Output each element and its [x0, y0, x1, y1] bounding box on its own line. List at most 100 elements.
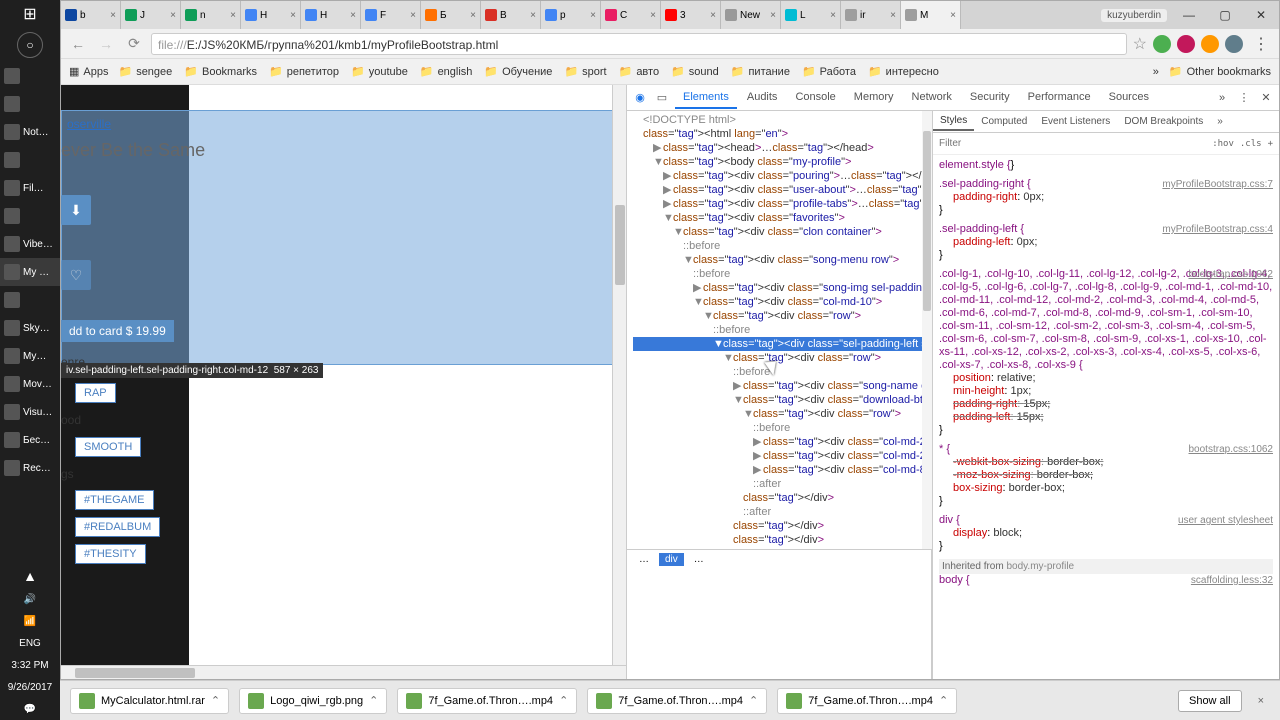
bookmark-folder[interactable]: Работа	[802, 65, 856, 78]
bookmark-folder[interactable]: Обучение	[484, 65, 552, 78]
favorite-icon[interactable]: ♡	[61, 260, 91, 290]
styles-rules[interactable]: element.style {}.sel-padding-right {myPr…	[933, 155, 1279, 679]
bookmark-folder[interactable]: питание	[731, 65, 790, 78]
browser-tab[interactable]: C×	[601, 1, 661, 29]
bookmarks-overflow[interactable]: »	[1153, 66, 1159, 78]
chrome-profile-badge[interactable]: kuzyuberdin	[1101, 9, 1167, 22]
extension-icon[interactable]	[1201, 35, 1219, 53]
chevron-up-icon[interactable]: ⌃	[559, 694, 568, 707]
tab-close-icon[interactable]: ×	[470, 10, 476, 21]
tab-close-icon[interactable]: ×	[770, 10, 776, 21]
page-scrollbar-horizontal[interactable]	[61, 665, 626, 679]
devtools-settings-icon[interactable]: ⋮	[1235, 89, 1253, 107]
window-close-button[interactable]: ✕	[1247, 1, 1275, 29]
taskbar-app[interactable]	[0, 146, 60, 174]
elements-scrollbar[interactable]	[922, 111, 932, 549]
browser-tab[interactable]: H×	[241, 1, 301, 29]
style-source-link[interactable]: bootstrap.css:1062	[1189, 443, 1274, 456]
browser-tab[interactable]: p×	[541, 1, 601, 29]
devtools-tab[interactable]: Console	[787, 87, 843, 109]
taskbar-app[interactable]: Mov…	[0, 370, 60, 398]
download-item[interactable]: 7f_Game.of.Thron….mp4⌃	[587, 688, 767, 714]
browser-tab[interactable]: H×	[301, 1, 361, 29]
styles-filter-input[interactable]	[939, 138, 1206, 149]
style-source-link[interactable]: bootstrap.css:1062	[1189, 268, 1274, 281]
volume-icon[interactable]: 🔊	[0, 588, 60, 610]
chevron-up-icon[interactable]: ⌃	[369, 694, 378, 707]
tab-close-icon[interactable]: ×	[650, 10, 656, 21]
inspect-element-icon[interactable]: ◉	[631, 89, 649, 107]
tab-close-icon[interactable]: ×	[290, 10, 296, 21]
taskbar-app[interactable]: My …	[0, 258, 60, 286]
window-minimize-button[interactable]: —	[1175, 1, 1203, 29]
devtools-more-tabs[interactable]: »	[1213, 89, 1231, 107]
show-all-button[interactable]: Show all	[1178, 690, 1242, 712]
style-source-link[interactable]: myProfileBootstrap.css:4	[1162, 223, 1273, 236]
bookmark-star-icon[interactable]: ☆	[1133, 34, 1147, 54]
tag-redalbum[interactable]: #REDALBUM	[75, 517, 160, 537]
taskbar-app[interactable]: Visu…	[0, 398, 60, 426]
device-toolbar-icon[interactable]: ▭	[653, 89, 671, 107]
taskbar-app[interactable]	[0, 286, 60, 314]
extension-icon[interactable]	[1225, 35, 1243, 53]
hov-toggle[interactable]: :hov	[1212, 139, 1234, 149]
elements-tree[interactable]: <!DOCTYPE html>class="tag"><html lang="e…	[627, 111, 932, 549]
window-maximize-button[interactable]: ▢	[1211, 1, 1239, 29]
back-button[interactable]: ←	[67, 33, 89, 55]
crumb-ellipsis[interactable]: …	[633, 553, 655, 566]
chevron-up-icon[interactable]: ⌃	[211, 694, 220, 707]
extension-icon[interactable]	[1153, 35, 1171, 53]
crumb-selected[interactable]: div	[659, 553, 684, 566]
add-to-cart-button[interactable]: dd to card $ 19.99	[61, 320, 174, 342]
devtools-tab[interactable]: Performance	[1020, 87, 1099, 109]
reload-button[interactable]: ⟳	[123, 33, 145, 55]
styles-more-tabs[interactable]: »	[1210, 113, 1230, 130]
download-item[interactable]: 7f_Game.of.Thron….mp4⌃	[777, 688, 957, 714]
download-item[interactable]: 7f_Game.of.Thron….mp4⌃	[397, 688, 577, 714]
bookmark-folder[interactable]: интересно	[868, 65, 939, 78]
browser-tab[interactable]: L×	[781, 1, 841, 29]
bookmark-folder[interactable]: sport	[564, 65, 606, 78]
cortana-search[interactable]: ○	[17, 32, 43, 58]
tray-expand-icon[interactable]: ▲	[0, 564, 60, 588]
browser-tab[interactable]: В×	[481, 1, 541, 29]
browser-tab[interactable]: ir×	[841, 1, 901, 29]
devtools-tab[interactable]: Memory	[846, 87, 902, 109]
browser-tab[interactable]: J×	[121, 1, 181, 29]
taskbar-app[interactable]: My…	[0, 342, 60, 370]
tab-close-icon[interactable]: ×	[830, 10, 836, 21]
taskbar-app[interactable]: Fil…	[0, 174, 60, 202]
taskbar-app[interactable]	[0, 90, 60, 118]
tab-close-icon[interactable]: ×	[710, 10, 716, 21]
tab-close-icon[interactable]: ×	[950, 10, 956, 21]
devtools-tab[interactable]: Network	[904, 87, 960, 109]
chrome-menu-button[interactable]: ⋮	[1249, 34, 1273, 54]
download-item[interactable]: Logo_qiwi_rgb.png⌃	[239, 688, 387, 714]
devtools-tab[interactable]: Elements	[675, 87, 737, 109]
language-indicator[interactable]: ENG	[0, 632, 60, 654]
tag-thegame[interactable]: #THEGAME	[75, 490, 154, 510]
tab-close-icon[interactable]: ×	[170, 10, 176, 21]
download-item[interactable]: MyCalculator.html.rar⌃	[70, 688, 229, 714]
browser-tab[interactable]: b×	[61, 1, 121, 29]
extension-icon[interactable]	[1177, 35, 1195, 53]
bookmark-folder[interactable]: youtube	[351, 65, 408, 78]
styles-subtab[interactable]: Event Listeners	[1034, 113, 1117, 130]
taskbar-app[interactable]: Rec…	[0, 454, 60, 482]
styles-subtab[interactable]: Computed	[974, 113, 1034, 130]
styles-subtab[interactable]: DOM Breakpoints	[1117, 113, 1210, 130]
crumb-more[interactable]: …	[688, 553, 710, 566]
bookmark-folder[interactable]: sound	[671, 65, 719, 78]
browser-tab[interactable]: 3×	[661, 1, 721, 29]
taskbar-app[interactable]: Бес…	[0, 426, 60, 454]
bookmark-folder[interactable]: авто	[619, 65, 659, 78]
devtools-close-button[interactable]: ✕	[1257, 91, 1275, 104]
taskbar-app[interactable]: Not…	[0, 118, 60, 146]
tab-close-icon[interactable]: ×	[350, 10, 356, 21]
browser-tab[interactable]: Б×	[421, 1, 481, 29]
page-artist-link[interactable]: oserville	[67, 117, 111, 131]
bookmark-folder[interactable]: english	[420, 65, 473, 78]
cls-toggle[interactable]: .cls	[1240, 139, 1262, 149]
clock-date[interactable]: 9/26/2017	[0, 676, 60, 698]
tag-smooth[interactable]: SMOOTH	[75, 437, 141, 457]
